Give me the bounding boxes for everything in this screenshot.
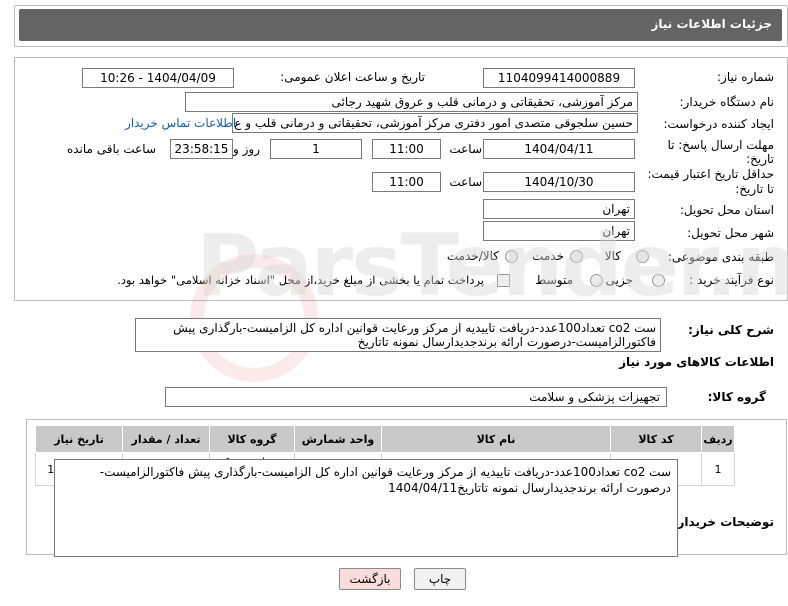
city-field[interactable]: تهران: [483, 221, 635, 241]
creator-label: ایجاد کننده درخواست:: [663, 117, 774, 131]
col-name: نام کالا: [381, 425, 611, 453]
validity-label: حداقل تاریخ اعتبار قیمت:: [647, 167, 774, 181]
days-field[interactable]: 1: [270, 139, 362, 159]
validity-label-date: تا تاریخ:: [735, 182, 774, 196]
process-medium-radio[interactable]: [590, 274, 603, 287]
payment-note: پرداخت تمام یا بخشی از مبلغ خرید،از محل …: [117, 273, 484, 287]
buyer-notes-label: توضیحات خریدار:: [672, 515, 774, 529]
summary-text[interactable]: ست co2 تعداد100عدد-دریافت تاییدیه از مرک…: [135, 318, 661, 352]
page-title: جزئیات اطلاعات نیاز: [651, 17, 772, 31]
col-code: کد کالا: [610, 425, 702, 453]
header-frame: جزئیات اطلاعات نیاز: [14, 5, 788, 47]
announce-field[interactable]: 1404/04/09 - 10:26: [82, 68, 234, 88]
days-label: روز و: [233, 142, 260, 156]
province-field[interactable]: تهران: [483, 199, 635, 219]
col-group: گروه کالا: [209, 425, 295, 453]
category-label: طبقه بندی موضوعی:: [667, 250, 774, 264]
col-qty: تعداد / مقدار: [122, 425, 210, 453]
remaining-label: ساعت باقی مانده: [66, 142, 156, 156]
deadline-time-label: ساعت: [449, 142, 482, 156]
deadline-label-date: تاریخ:: [746, 152, 774, 166]
announce-label: تاریخ و ساعت اعلان عمومی:: [280, 70, 425, 84]
category-both-radio[interactable]: [505, 250, 518, 263]
category-service-label: خدمت: [532, 249, 564, 263]
col-row: ردیف: [701, 425, 735, 453]
creator-field[interactable]: حسین سلجوقی متصدی امور دفتری مرکز آموزشی…: [232, 113, 638, 133]
validity-date-field[interactable]: 1404/10/30: [483, 172, 635, 192]
col-unit: واحد شمارش: [294, 425, 382, 453]
goods-section-title: اطلاعات کالاهای مورد نیاز: [619, 355, 774, 369]
category-goods-radio[interactable]: [636, 250, 649, 263]
buyer-notes-text[interactable]: ست co2 تعداد100عدد-دریافت تاییدیه از مرک…: [54, 459, 678, 557]
header-bar: جزئیات اطلاعات نیاز: [19, 9, 782, 41]
city-label: شهر محل تحویل:: [687, 226, 774, 240]
process-small-label: جزیی: [605, 273, 633, 287]
col-date: تاریخ نیاز: [35, 425, 123, 453]
buyer-org-field[interactable]: مرکز آموزشی، تحقیقاتی و درمانی قلب و عرو…: [185, 92, 638, 112]
validity-time-label: ساعت: [449, 175, 482, 189]
process-small-radio[interactable]: [652, 274, 665, 287]
category-service-radio[interactable]: [570, 250, 583, 263]
remaining-time-field[interactable]: 23:58:15: [170, 139, 233, 159]
deadline-time-field[interactable]: 11:00: [372, 139, 441, 159]
print-button[interactable]: چاپ: [414, 568, 466, 590]
validity-time-field[interactable]: 11:00: [372, 172, 441, 192]
goods-group-label: گروه کالا:: [707, 390, 766, 404]
deadline-date-field[interactable]: 1404/04/11: [483, 139, 635, 159]
deadline-label: مهلت ارسال پاسخ: تا: [667, 138, 774, 152]
summary-label: شرح کلی نیاز:: [688, 323, 774, 337]
need-number-label: شماره نیاز:: [717, 70, 774, 84]
category-goods-label: کالا: [604, 249, 621, 263]
goods-group-field[interactable]: تجهیزات پزشکی و سلامت: [165, 387, 667, 407]
treasury-checkbox[interactable]: [497, 274, 510, 287]
province-label: استان محل تحویل:: [679, 203, 774, 217]
buyer-contact-link[interactable]: اطلاعات تماس خریدار: [125, 116, 236, 130]
process-label: نوع فرآیند خرید :: [689, 273, 774, 287]
buyer-org-label: نام دستگاه خریدار:: [679, 95, 775, 109]
need-number-field[interactable]: 1104099414000889: [483, 68, 635, 88]
back-button[interactable]: بازگشت: [339, 568, 401, 590]
process-medium-label: متوسط: [535, 273, 573, 287]
category-both-label: کالا/خدمت: [446, 249, 499, 263]
cell-row: 1: [701, 452, 735, 486]
